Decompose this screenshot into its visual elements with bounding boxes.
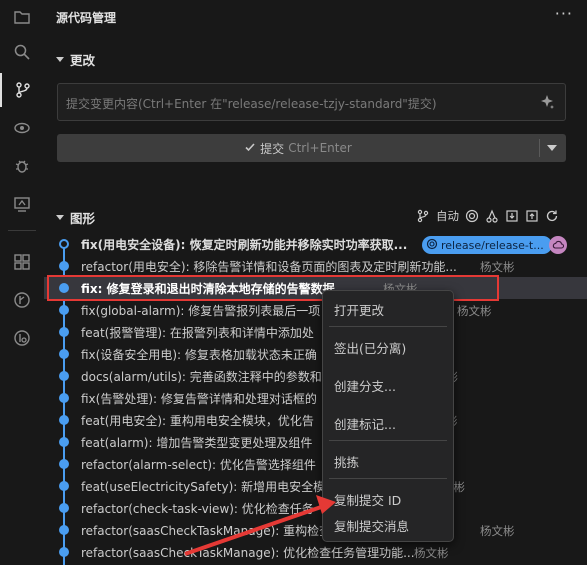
annotation-arrow [184, 495, 336, 556]
arrow-shaft [184, 504, 325, 556]
arrow-head [316, 495, 336, 514]
